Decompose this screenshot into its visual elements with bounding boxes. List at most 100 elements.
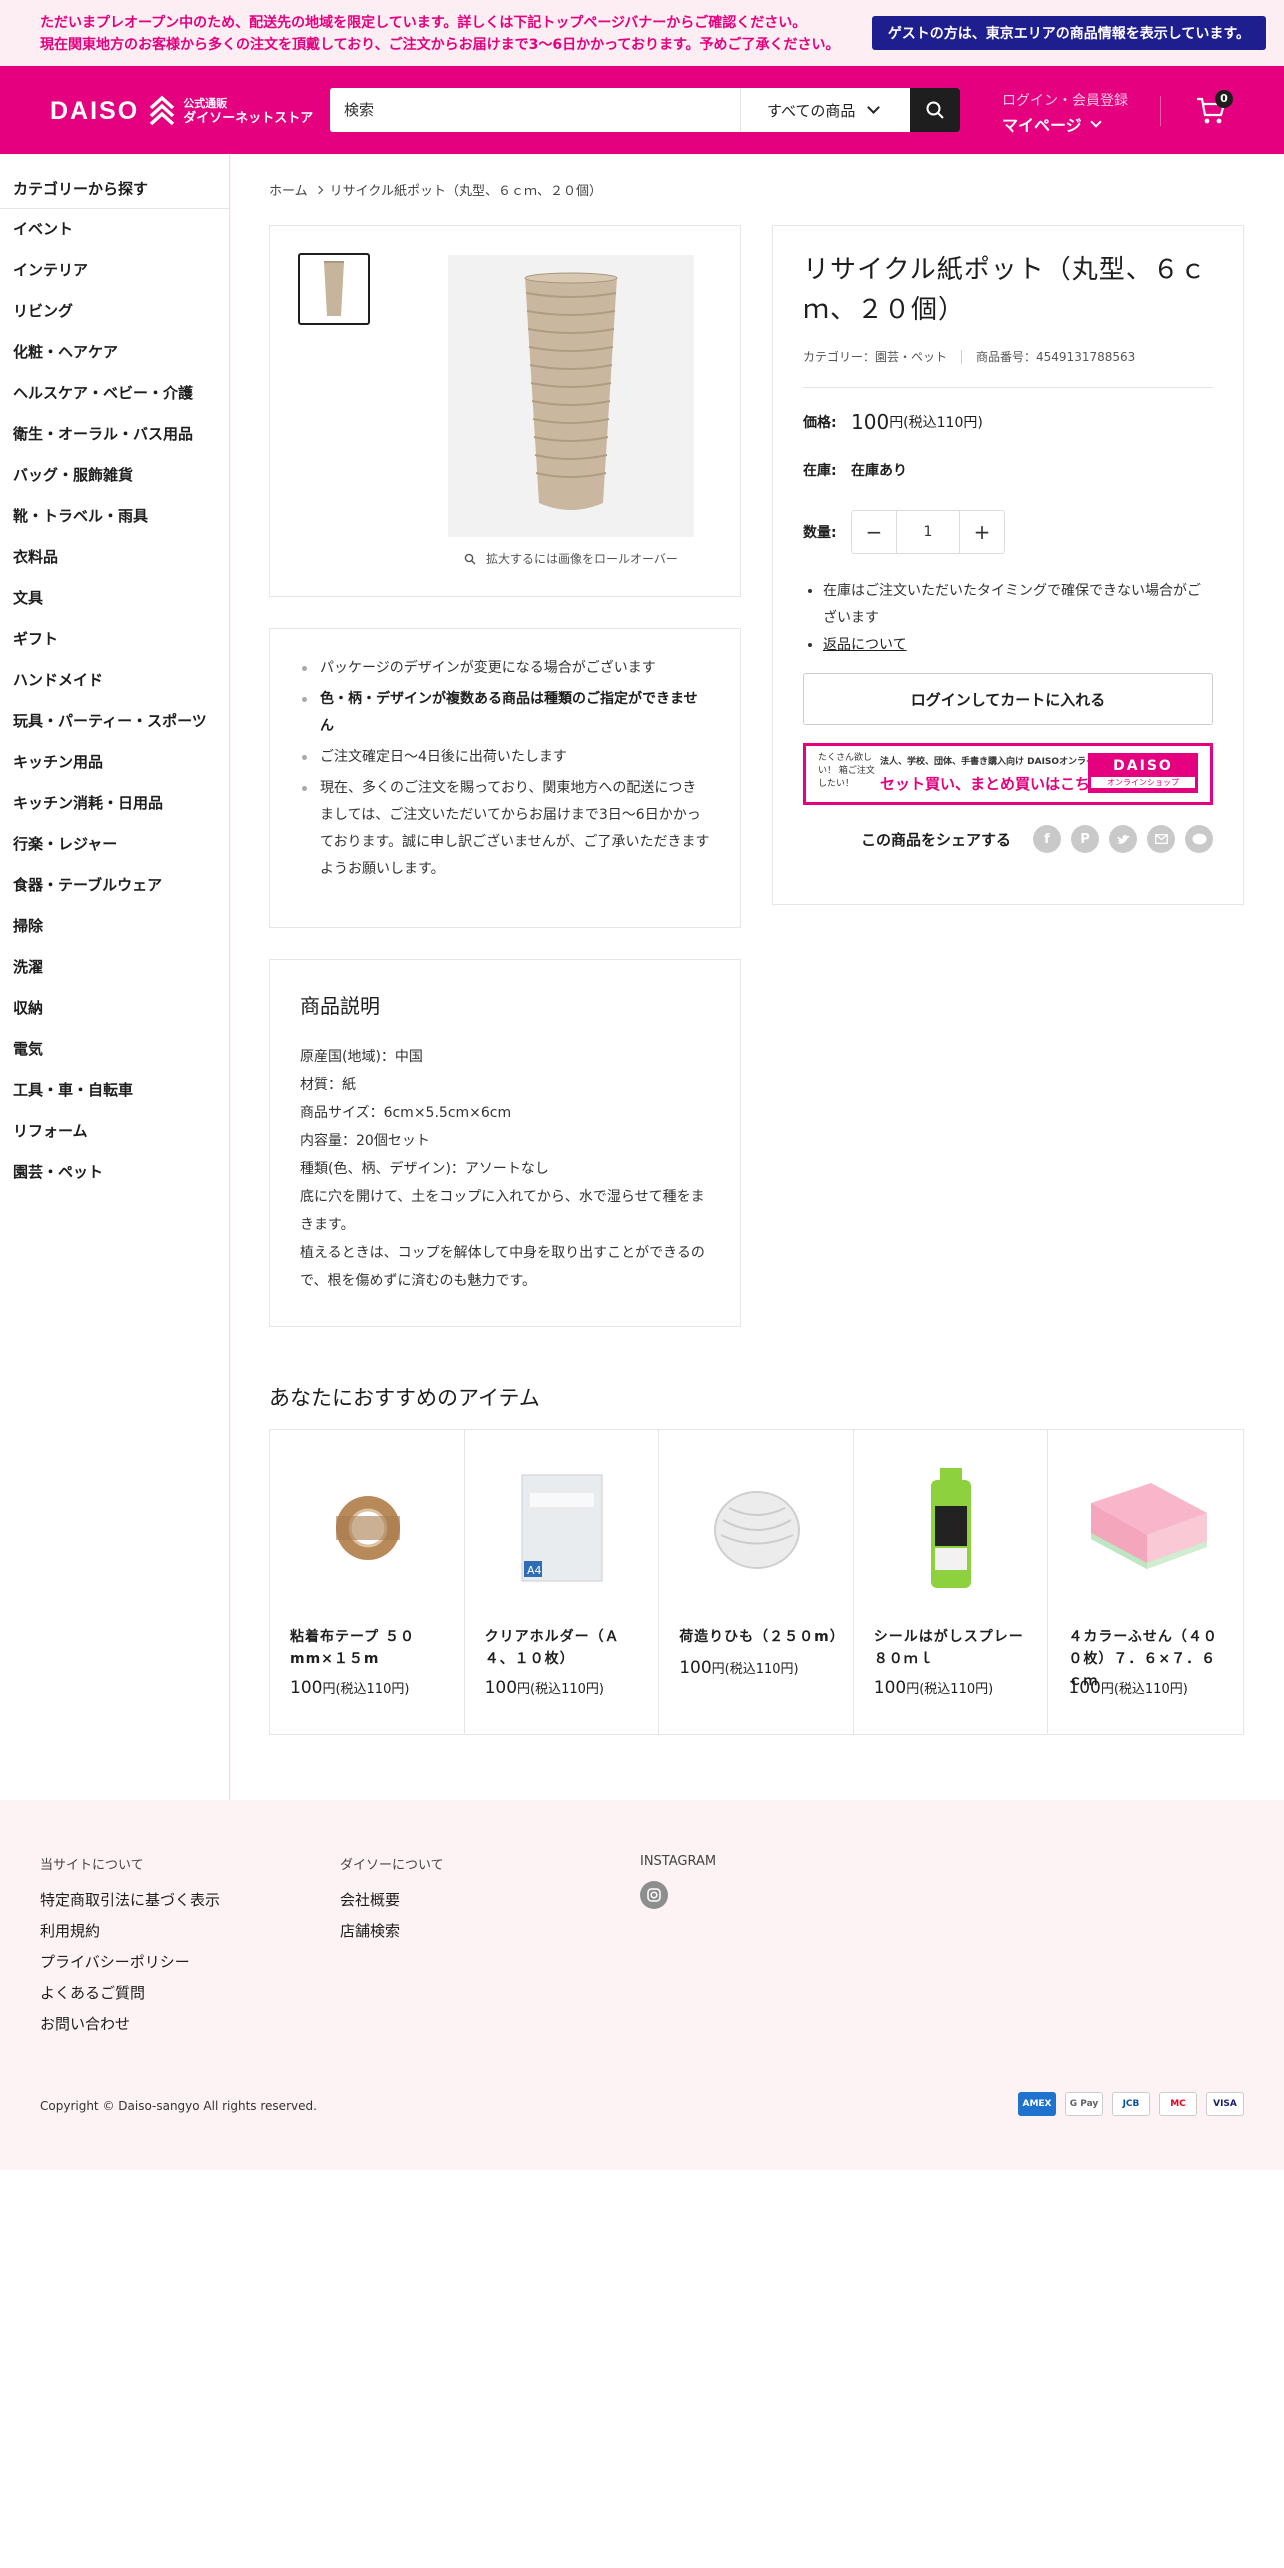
description-line: 原産国(地域)：中国 bbox=[300, 1049, 423, 1065]
product-info: リサイクル紙ポット（丸型、６ｃｍ、２０個） カテゴリー：園芸・ペット 商品番号：… bbox=[772, 225, 1244, 905]
sidebar-item-sanitary[interactable]: 衛生・オーラル・バス用品 bbox=[0, 414, 229, 455]
sidebar-item-reform[interactable]: リフォーム bbox=[0, 1111, 229, 1152]
pinterest-icon[interactable]: P bbox=[1071, 825, 1099, 853]
sidebar-item-cosmetics[interactable]: 化粧・ヘアケア bbox=[0, 332, 229, 373]
product-notes: パッケージのデザインが変更になる場合がございます 色・柄・デザインが複数ある商品… bbox=[269, 628, 741, 928]
search-category-select[interactable]: すべての商品 bbox=[740, 88, 910, 132]
sidebar-item-clothing[interactable]: 衣料品 bbox=[0, 537, 229, 578]
footer-link[interactable]: 店舗検索 bbox=[340, 1916, 444, 1947]
recommend-price-unit: 円(税込110円) bbox=[322, 1682, 410, 1697]
product-main-image[interactable] bbox=[448, 255, 694, 537]
quantity-increase-button[interactable]: + bbox=[960, 511, 1004, 553]
recommend-title: あなたにおすすめのアイテム bbox=[269, 1386, 540, 1410]
footer-link[interactable]: お問い合わせ bbox=[40, 2009, 220, 2040]
sidebar-item-event[interactable]: イベント bbox=[0, 209, 229, 250]
sidebar-item-gift[interactable]: ギフト bbox=[0, 619, 229, 660]
guest-area-button[interactable]: ゲストの方は、東京エリアの商品情報を表示しています。 bbox=[871, 16, 1266, 50]
sidebar-item-healthcare[interactable]: ヘルスケア・ベビー・介護 bbox=[0, 373, 229, 414]
price-label: 価格: bbox=[803, 415, 837, 431]
description-line: 植えるときは、コップを解体して中身を取り出すことができるので、根を傷めずに済むの… bbox=[300, 1245, 705, 1289]
price-value: 100 bbox=[851, 410, 890, 434]
sidebar-item-storage[interactable]: 収納 bbox=[0, 988, 229, 1029]
product-meta: カテゴリー：園芸・ペット 商品番号：4549131788563 bbox=[803, 348, 1213, 388]
sidebar-item-tableware[interactable]: 食器・テーブルウェア bbox=[0, 865, 229, 906]
zoom-hint: 拡大するには画像をロールオーバー bbox=[464, 550, 678, 567]
sidebar-item-leisure[interactable]: 行楽・レジャー bbox=[0, 824, 229, 865]
share-row: この商品をシェアする f P bbox=[803, 825, 1213, 853]
sidebar-item-bags[interactable]: バッグ・服飾雑貨 bbox=[0, 455, 229, 496]
visa-icon: VISA bbox=[1206, 2092, 1244, 2116]
sidebar-item-garden[interactable]: 園芸・ペット bbox=[0, 1152, 229, 1193]
stock-row: 在庫: 在庫あり bbox=[803, 460, 1213, 480]
mypage-label: マイページ bbox=[1002, 116, 1082, 135]
search-bar: すべての商品 bbox=[330, 88, 960, 132]
site-logo[interactable]: DAISO 公式通販 ダイソーネットストア bbox=[50, 94, 313, 128]
quantity-stepper: − 1 + bbox=[851, 510, 1005, 554]
quantity-input[interactable]: 1 bbox=[896, 511, 960, 553]
footer-link[interactable]: よくあるご質問 bbox=[40, 1978, 220, 2009]
stock-value: 在庫あり bbox=[851, 463, 907, 479]
search-button[interactable] bbox=[910, 88, 960, 132]
breadcrumb: ホーム リサイクル紙ポット（丸型、６ｃｍ、２０個） bbox=[269, 180, 602, 199]
login-add-to-cart-button[interactable]: ログインしてカートに入れる bbox=[803, 673, 1213, 725]
recommend-name: クリアホルダー（Ａ４、１０枚） bbox=[484, 1629, 620, 1667]
sidebar-item-living[interactable]: リビング bbox=[0, 291, 229, 332]
sidebar-item-shoes[interactable]: 靴・トラベル・雨具 bbox=[0, 496, 229, 537]
footer-col-instagram: INSTAGRAM bbox=[640, 1854, 716, 1909]
sidebar-item-cleaning[interactable]: 掃除 bbox=[0, 906, 229, 947]
notice-line-2: 現在関東地方のお客様から多くの注文を頂戴しており、ご注文からお届けまで3〜6日か… bbox=[40, 37, 840, 53]
cart-button[interactable]: 0 bbox=[1195, 90, 1233, 126]
sidebar-item-interior[interactable]: インテリア bbox=[0, 250, 229, 291]
product-title: リサイクル紙ポット（丸型、６ｃｍ、２０個） bbox=[803, 255, 1207, 325]
price-unit: 円(税込110円) bbox=[889, 415, 983, 431]
recommend-image bbox=[1068, 1450, 1223, 1605]
stock-notice: 在庫はご注文いただいたタイミングで確保できない場合がございます bbox=[823, 578, 1213, 632]
sidebar-item-toys[interactable]: 玩具・パーティー・スポーツ bbox=[0, 701, 229, 742]
footer-link[interactable]: プライバシーポリシー bbox=[40, 1947, 220, 1978]
sidebar-item-stationery[interactable]: 文具 bbox=[0, 578, 229, 619]
recommend-item[interactable]: A4 クリアホルダー（Ａ４、１０枚） 100円(税込110円) bbox=[465, 1430, 660, 1734]
recommend-item[interactable]: 荷造りひも（２５０m） 100円(税込110円) bbox=[659, 1430, 854, 1734]
returns-link[interactable]: 返品について bbox=[823, 637, 907, 653]
footer-col-title: INSTAGRAM bbox=[640, 1854, 717, 1869]
banner-logo-word: DAISO bbox=[1113, 758, 1173, 774]
sidebar-item-laundry[interactable]: 洗濯 bbox=[0, 947, 229, 988]
account-menu[interactable]: ログイン・会員登録 マイページ bbox=[1002, 90, 1128, 136]
quantity-decrease-button[interactable]: − bbox=[852, 511, 896, 553]
note-item: 現在、多くのご注文を賜っており、関東地方への配送につきましては、ご注文いただいて… bbox=[300, 775, 710, 883]
sticky-notes-image bbox=[1090, 1482, 1207, 1569]
email-icon[interactable] bbox=[1147, 825, 1175, 853]
line-icon[interactable] bbox=[1185, 825, 1213, 853]
amex-icon: AMEX bbox=[1018, 2092, 1056, 2116]
product-thumbnail[interactable] bbox=[298, 253, 370, 325]
sidebar-item-electric[interactable]: 電気 bbox=[0, 1029, 229, 1070]
footer-link[interactable]: 特定商取引法に基づく表示 bbox=[40, 1885, 220, 1916]
twitter-icon[interactable] bbox=[1109, 825, 1137, 853]
search-input[interactable] bbox=[330, 88, 740, 132]
recommend-item[interactable]: ４カラーふせん（４００枚）７．６×７．６ｃｍ 100円(税込110円) bbox=[1048, 1430, 1243, 1734]
login-register-link[interactable]: ログイン・会員登録 bbox=[1002, 90, 1128, 110]
recommend-item[interactable]: シールはがしスプレー ８０ｍｌ 100円(税込110円) bbox=[854, 1430, 1049, 1734]
recommend-image bbox=[290, 1450, 445, 1605]
sidebar-item-kitchen[interactable]: キッチン用品 bbox=[0, 742, 229, 783]
sidebar-item-tools[interactable]: 工具・車・自転車 bbox=[0, 1070, 229, 1111]
logo-mark-icon bbox=[150, 95, 175, 126]
breadcrumb-home[interactable]: ホーム bbox=[269, 180, 308, 199]
sticker-remover-spray-image bbox=[931, 1467, 972, 1588]
instagram-icon[interactable] bbox=[640, 1881, 668, 1909]
sidebar-item-kitchen-consumables[interactable]: キッチン消耗・日用品 bbox=[0, 783, 229, 824]
bulk-order-banner[interactable]: たくさん欲しい！ 箱ご注文したい！ 法人、学校、団体、手書き購入向け DAISO… bbox=[803, 743, 1213, 805]
footer-link[interactable]: 利用規約 bbox=[40, 1916, 220, 1947]
recommend-name: 荷造りひも（２５０m） bbox=[679, 1629, 845, 1645]
sidebar-item-handmade[interactable]: ハンドメイド bbox=[0, 660, 229, 701]
recommend-item[interactable]: 粘着布テープ ５０mm×１５m 100円(税込110円) bbox=[270, 1430, 465, 1734]
recommend-list: 粘着布テープ ５０mm×１５m 100円(税込110円) A4 クリアホルダー（… bbox=[269, 1429, 1244, 1735]
product-sku: 商品番号：4549131788563 bbox=[976, 350, 1136, 364]
jcb-icon: JCB bbox=[1112, 2092, 1150, 2116]
product-category[interactable]: カテゴリー：園芸・ペット bbox=[803, 348, 947, 365]
site-footer: 当サイトについて 特定商取引法に基づく表示 利用規約 プライバシーポリシー よく… bbox=[0, 1800, 1284, 2170]
sidebar-title: カテゴリーから探す bbox=[0, 154, 229, 209]
facebook-icon[interactable]: f bbox=[1033, 825, 1061, 853]
footer-link[interactable]: 会社概要 bbox=[340, 1885, 444, 1916]
recommend-price: 100円(税込110円) bbox=[1068, 1678, 1187, 1698]
